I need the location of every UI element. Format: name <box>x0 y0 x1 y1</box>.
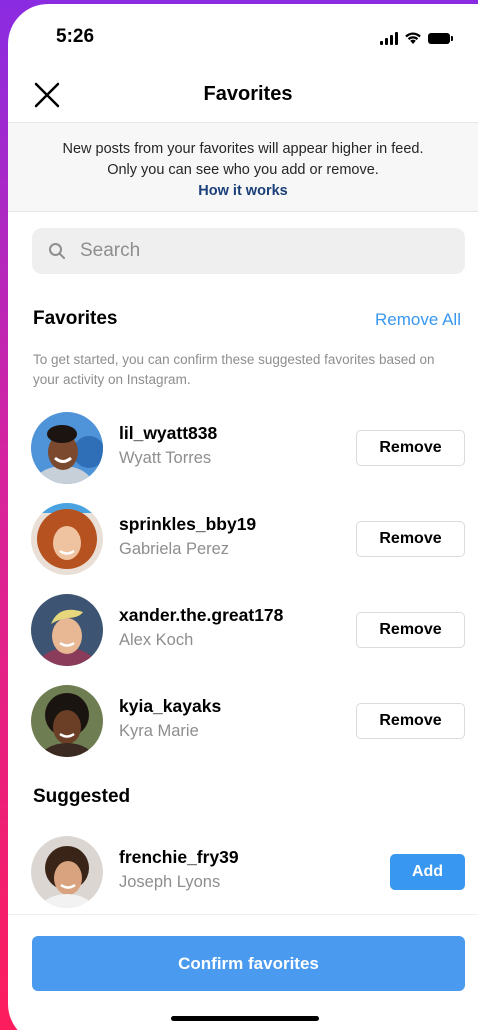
search-box[interactable] <box>32 228 465 274</box>
suggested-section-title: Suggested <box>33 786 131 807</box>
list-item: lil_wyatt838 Wyatt Torres Remove <box>8 412 478 486</box>
signal-icon <box>380 31 398 45</box>
list-item: frenchie_fry39 Joseph Lyons Add <box>8 836 478 910</box>
banner-line-1: New posts from your favorites will appea… <box>62 141 424 157</box>
how-it-works-link[interactable]: How it works <box>8 181 478 202</box>
avatar[interactable] <box>31 685 103 757</box>
info-banner: New posts from your favorites will appea… <box>8 122 478 212</box>
avatar[interactable] <box>31 412 103 484</box>
remove-all-button[interactable]: Remove All <box>375 310 461 330</box>
list-item: sprinkles_bby19 Gabriela Perez Remove <box>8 503 478 577</box>
search-input[interactable] <box>78 239 442 263</box>
status-bar: 5:26 <box>8 4 478 70</box>
phone-screen: 5:26 Favorites New posts from your favor… <box>8 4 478 1030</box>
remove-button[interactable]: Remove <box>356 430 465 466</box>
page-title: Favorites <box>203 83 293 105</box>
avatar[interactable] <box>31 594 103 666</box>
battery-icon <box>428 32 453 44</box>
home-indicator <box>171 1016 319 1021</box>
favorites-hint: To get started, you can confirm these su… <box>33 352 435 387</box>
favorites-section-title: Favorites <box>33 308 118 329</box>
full-name: Wyatt Torres <box>119 449 212 467</box>
username: sprinkles_bby19 <box>119 514 257 534</box>
full-name: Alex Koch <box>119 631 194 649</box>
list-item: xander.the.great178 Alex Koch Remove <box>8 594 478 668</box>
search-icon <box>49 243 65 259</box>
remove-button[interactable]: Remove <box>356 521 465 557</box>
username: kyia_kayaks <box>119 696 222 716</box>
wifi-icon <box>405 32 421 44</box>
username: frenchie_fry39 <box>119 847 239 867</box>
status-time: 5:26 <box>56 26 95 47</box>
confirm-favorites-button[interactable]: Confirm favorites <box>32 936 465 991</box>
username: lil_wyatt838 <box>119 423 218 443</box>
list-item: kyia_kayaks Kyra Marie Remove <box>8 685 478 759</box>
full-name: Kyra Marie <box>119 722 199 740</box>
banner-line-2: Only you can see who you add or remove. <box>107 162 379 178</box>
remove-button[interactable]: Remove <box>356 612 465 648</box>
username: xander.the.great178 <box>119 605 284 625</box>
add-button[interactable]: Add <box>390 854 465 890</box>
status-icons <box>380 28 453 48</box>
avatar[interactable] <box>31 836 103 908</box>
nav-bar: Favorites <box>8 70 478 120</box>
full-name: Gabriela Perez <box>119 540 230 558</box>
full-name: Joseph Lyons <box>119 873 221 891</box>
remove-button[interactable]: Remove <box>356 703 465 739</box>
avatar[interactable] <box>31 503 103 575</box>
divider <box>8 914 478 915</box>
